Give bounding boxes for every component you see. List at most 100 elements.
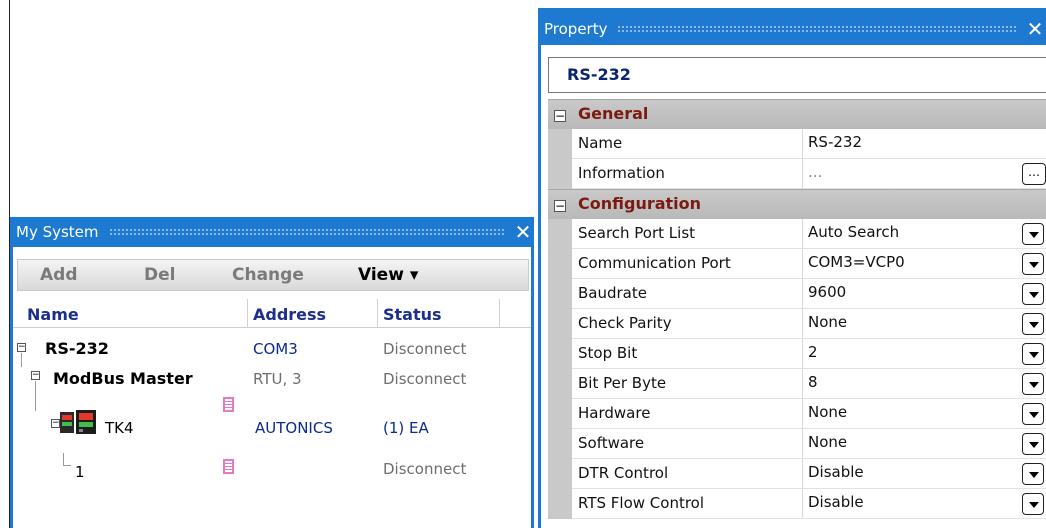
property-title: Property: [544, 20, 608, 38]
document-icon[interactable]: [223, 459, 234, 474]
property-row-information[interactable]: Information ... …: [548, 159, 1046, 189]
property-value[interactable]: Disable: [808, 463, 864, 481]
property-value[interactable]: RS-232: [808, 133, 862, 151]
property-name: Bit Per Byte: [578, 374, 667, 392]
collapse-icon[interactable]: −: [17, 343, 26, 352]
chevron-down-icon[interactable]: [1022, 373, 1044, 395]
property-value[interactable]: 8: [808, 373, 818, 391]
device-icon: [60, 410, 96, 434]
property-value[interactable]: None: [808, 433, 847, 451]
property-row-baudrate[interactable]: Baudrate 9600: [548, 279, 1046, 309]
chevron-down-icon[interactable]: [1022, 493, 1044, 515]
tree-item-status: Disconnect: [383, 460, 467, 478]
property-row-bit-per-byte[interactable]: Bit Per Byte 8: [548, 369, 1046, 399]
row-divider: [802, 219, 803, 249]
column-header-status[interactable]: Status: [383, 305, 442, 324]
property-name: Hardware: [578, 404, 651, 422]
column-header-name[interactable]: Name: [27, 305, 79, 324]
property-row-name[interactable]: Name RS-232: [548, 129, 1046, 159]
property-name: Name: [578, 134, 623, 152]
ellipsis-button[interactable]: …: [1022, 163, 1046, 185]
tree-line: [63, 453, 64, 465]
my-system-body: Add Del Change View ▾ Name Address Statu…: [13, 247, 531, 528]
tree-item-address: AUTONICS: [255, 419, 333, 437]
column-separator[interactable]: [247, 299, 248, 327]
chevron-down-icon[interactable]: [1022, 433, 1044, 455]
property-name: RTS Flow Control: [578, 494, 705, 512]
property-row-rts-flow-control[interactable]: RTS Flow Control Disable: [548, 489, 1046, 519]
property-row-hardware[interactable]: Hardware None: [548, 399, 1046, 429]
chevron-down-icon[interactable]: [1022, 223, 1044, 245]
row-divider: [802, 249, 803, 279]
chevron-down-icon[interactable]: [1022, 343, 1044, 365]
row-gutter: [548, 339, 572, 369]
property-value[interactable]: COM3=VCP0: [808, 253, 905, 271]
tree-item-address: RTU, 3: [253, 370, 302, 388]
property-value[interactable]: ...: [808, 163, 822, 181]
chevron-down-icon[interactable]: [1022, 283, 1044, 305]
category-general[interactable]: − General: [548, 99, 1046, 129]
property-row-stop-bit[interactable]: Stop Bit 2: [548, 339, 1046, 369]
chevron-down-icon[interactable]: [1022, 313, 1044, 335]
tree-item-status: (1) EA: [383, 419, 429, 437]
column-header-address[interactable]: Address: [253, 305, 326, 324]
view-menu-button[interactable]: View ▾: [358, 265, 418, 285]
property-value[interactable]: None: [808, 403, 847, 421]
collapse-icon[interactable]: −: [554, 110, 566, 122]
row-divider: [802, 429, 803, 459]
titlebar-grip[interactable]: [617, 25, 1016, 33]
row-line: [572, 518, 1046, 519]
row-divider: [802, 489, 803, 519]
property-row-search-port-list[interactable]: Search Port List Auto Search: [548, 219, 1046, 249]
property-object-header: RS-232: [548, 57, 1046, 93]
property-name: Baudrate: [578, 284, 647, 302]
column-separator[interactable]: [377, 299, 378, 327]
property-value[interactable]: Auto Search: [808, 223, 899, 241]
property-object-name: RS-232: [567, 65, 631, 84]
row-gutter: [548, 279, 572, 309]
row-divider: [802, 339, 803, 369]
chevron-down-icon[interactable]: [1022, 253, 1044, 275]
tree-item-address: COM3: [253, 340, 298, 358]
property-name: Stop Bit: [578, 344, 638, 362]
property-row-dtr-control[interactable]: DTR Control Disable: [548, 459, 1046, 489]
document-icon[interactable]: [223, 397, 234, 412]
my-system-title: My System: [16, 223, 99, 241]
row-gutter: [548, 249, 572, 279]
header-divider: [13, 327, 531, 328]
del-button[interactable]: Del: [144, 265, 175, 285]
my-system-titlebar[interactable]: My System ✕: [10, 217, 534, 247]
row-gutter: [548, 399, 572, 429]
category-label: Configuration: [578, 194, 702, 213]
property-value[interactable]: 9600: [808, 283, 846, 301]
property-titlebar[interactable]: Property ✕: [538, 14, 1046, 44]
property-value[interactable]: 2: [808, 343, 818, 361]
row-divider: [802, 279, 803, 309]
row-divider: [802, 159, 803, 189]
property-row-check-parity[interactable]: Check Parity None: [548, 309, 1046, 339]
property-name: Software: [578, 434, 645, 452]
change-button[interactable]: Change: [232, 265, 304, 285]
row-gutter: [548, 369, 572, 399]
property-row-communication-port[interactable]: Communication Port COM3=VCP0: [548, 249, 1046, 279]
category-configuration[interactable]: − Configuration: [548, 189, 1046, 219]
property-name: Search Port List: [578, 224, 696, 242]
chevron-down-icon[interactable]: [1022, 463, 1044, 485]
tree-line: [35, 381, 36, 411]
row-gutter: [548, 489, 572, 519]
property-value[interactable]: Disable: [808, 493, 864, 511]
chevron-down-icon[interactable]: [1022, 403, 1044, 425]
row-divider: [802, 309, 803, 339]
row-divider: [802, 129, 803, 159]
tree-item-label: RS-232: [45, 339, 109, 358]
property-value[interactable]: None: [808, 313, 847, 331]
collapse-icon[interactable]: −: [31, 371, 40, 380]
row-divider: [802, 369, 803, 399]
close-icon[interactable]: ✕: [1024, 17, 1046, 41]
titlebar-grip[interactable]: [108, 228, 504, 236]
column-separator[interactable]: [499, 299, 500, 327]
collapse-icon[interactable]: −: [554, 200, 566, 212]
add-button[interactable]: Add: [40, 265, 78, 285]
close-icon[interactable]: ✕: [512, 220, 534, 244]
property-row-software[interactable]: Software None: [548, 429, 1046, 459]
